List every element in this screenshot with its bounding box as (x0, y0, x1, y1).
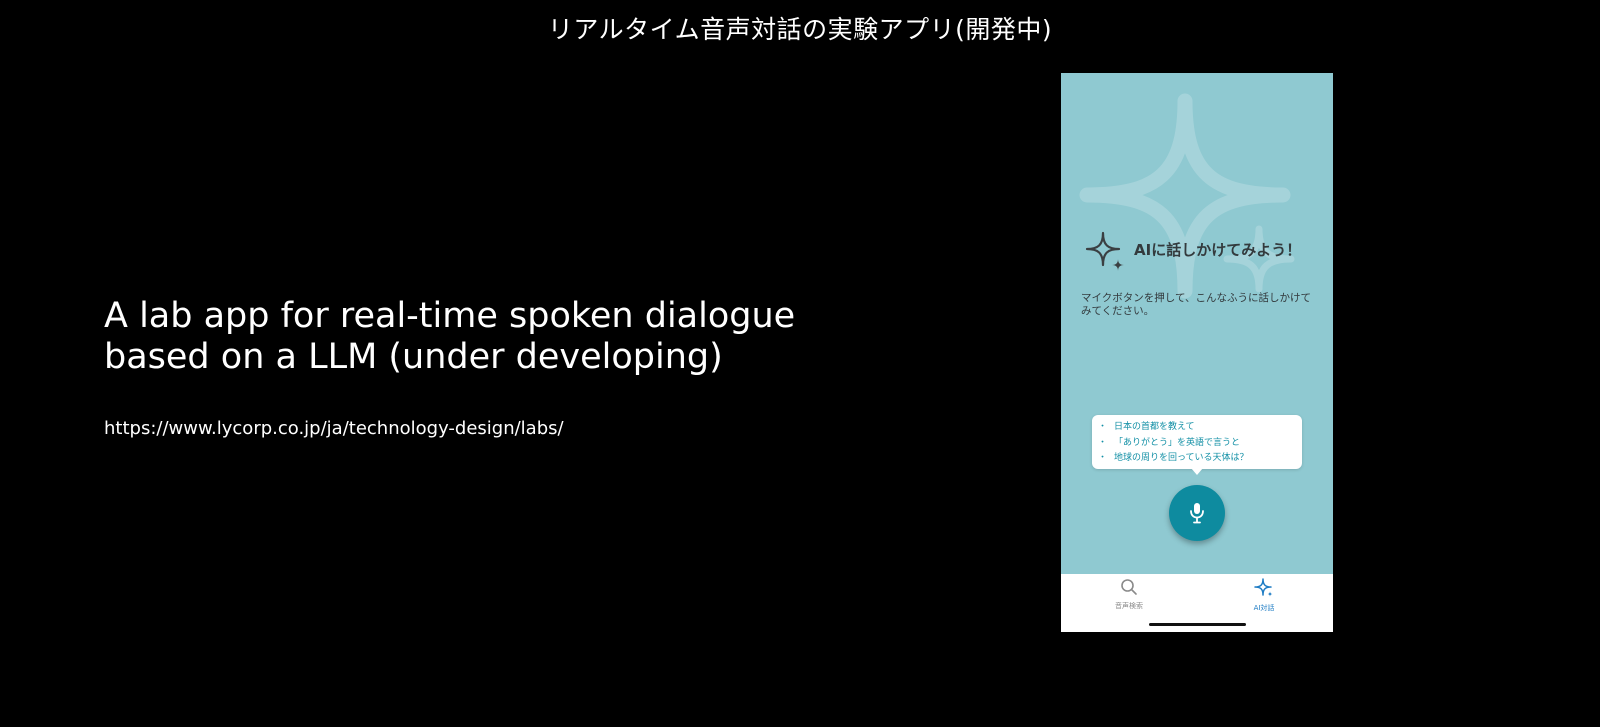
search-icon (1121, 579, 1137, 595)
labs-url-link[interactable]: https://www.lycorp.co.jp/ja/technology-d… (104, 418, 564, 439)
mic-button[interactable] (1169, 485, 1225, 541)
slide-title: リアルタイム音声対話の実験アプリ(開発中) (547, 15, 1053, 44)
suggestion-item: 「ありがとう」を英語で言うと (1092, 436, 1302, 452)
instruction-text: マイクボタンを押して、こんなふうに話しかけてみてください。 (1081, 292, 1311, 317)
suggestion-item: 日本の首都を教えて (1092, 420, 1302, 436)
tab-bar: 音声検索 AI対話 (1061, 574, 1333, 632)
tab-voice-search[interactable]: 音声検索 (1089, 578, 1169, 611)
suggestion-bubble: 日本の首都を教えて 「ありがとう」を英語で言うと 地球の周りを回っている天体は？ (1092, 415, 1302, 475)
ai-dialogue-screen: AIに話しかけてみよう！ マイクボタンを押して、こんなふうに話しかけてみてくださ… (1061, 73, 1333, 574)
suggestion-bubble-tail (1191, 468, 1203, 475)
sparkle-icon (1254, 578, 1273, 597)
suggestion-item: 地球の周りを回っている天体は？ (1092, 451, 1302, 467)
suggestion-list: 日本の首都を教えて 「ありがとう」を英語で言うと 地球の周りを回っている天体は？ (1092, 415, 1302, 467)
sparkle-icon (1085, 231, 1124, 271)
microphone-icon (1190, 503, 1204, 524)
ai-heading: AIに話しかけてみよう！ (1134, 241, 1302, 259)
headline: A lab app for real-time spoken dialogue … (104, 296, 864, 378)
headline-line-2: based on a LLM (under developing) (104, 337, 723, 377)
home-indicator[interactable] (1149, 623, 1246, 626)
tab-voice-search-label: 音声検索 (1115, 602, 1143, 610)
tab-ai-dialogue[interactable]: AI対話 (1224, 578, 1304, 613)
phone-mockup: AIに話しかけてみよう！ マイクボタンを押して、こんなふうに話しかけてみてくださ… (1061, 73, 1333, 632)
headline-line-1: A lab app for real-time spoken dialogue (104, 296, 796, 336)
tab-ai-dialogue-label: AI対話 (1253, 604, 1275, 612)
